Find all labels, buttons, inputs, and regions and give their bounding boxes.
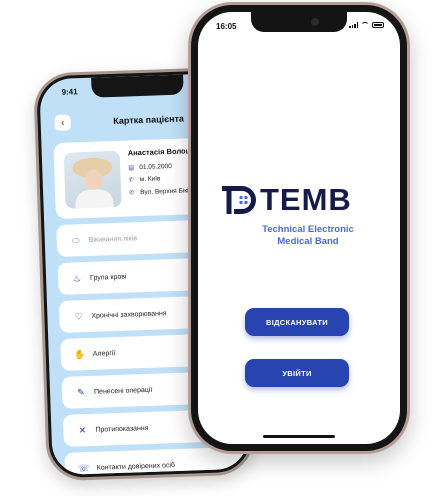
menu-item-label: Хронічні захворювання bbox=[91, 309, 167, 320]
blood-drop-icon: ♨ bbox=[72, 272, 82, 283]
pill-icon: ⬭ bbox=[71, 234, 80, 245]
brand-name: TEMB bbox=[260, 182, 352, 217]
signal-icon bbox=[349, 22, 358, 28]
heart-icon: ♡ bbox=[74, 310, 83, 321]
wifi-icon bbox=[361, 22, 369, 28]
login-button[interactable]: УВІЙТИ bbox=[245, 359, 349, 387]
scalpel-icon: ✎ bbox=[77, 386, 86, 397]
menu-item-label: Вживання ліків bbox=[88, 234, 138, 244]
birthdate-value: 01.05.2000 bbox=[139, 162, 172, 172]
city-row: ✆ м. Київ bbox=[129, 175, 161, 183]
menu-item-label: Протипоказання bbox=[95, 424, 149, 434]
status-bar-icons bbox=[349, 22, 384, 28]
brand-subtitle-line2: Medical Band bbox=[277, 236, 339, 247]
temb-logo: TEMB bbox=[222, 180, 382, 220]
battery-icon bbox=[372, 22, 384, 28]
birthdate-row: ▤ 01.05.2000 bbox=[128, 163, 172, 172]
back-phone-notch bbox=[91, 74, 184, 98]
city-value: м. Київ bbox=[139, 175, 161, 184]
menu-item-label: Пенесені операції bbox=[93, 386, 153, 396]
contacts-icon: ☏ bbox=[77, 462, 90, 473]
calendar-icon: ▤ bbox=[128, 165, 135, 172]
temb-logo-mark-icon bbox=[222, 186, 256, 214]
menu-item-label: Контакти довірених осіб bbox=[96, 461, 176, 472]
welcome-screen: 16:05 TEMB Technical Electronic Medical … bbox=[198, 12, 400, 444]
menu-item-label: Алергії bbox=[92, 349, 116, 358]
home-indicator[interactable] bbox=[263, 435, 335, 438]
front-status-time: 16:05 bbox=[216, 22, 237, 31]
back-status-time: 9:41 bbox=[61, 87, 78, 97]
hand-icon: ✋ bbox=[73, 348, 86, 359]
phone-icon: ✆ bbox=[129, 190, 135, 197]
brand-subtitle-line1: Technical Electronic bbox=[262, 224, 354, 235]
menu-item-label: Група крові bbox=[89, 273, 127, 282]
front-phone-notch bbox=[251, 12, 347, 32]
avatar bbox=[63, 150, 122, 209]
front-phone: 16:05 TEMB Technical Electronic Medical … bbox=[188, 2, 410, 454]
phone-icon: ✆ bbox=[128, 177, 134, 184]
cross-icon: ✕ bbox=[78, 424, 87, 435]
scan-button[interactable]: ВІДСКАНУВАТИ bbox=[245, 308, 349, 336]
